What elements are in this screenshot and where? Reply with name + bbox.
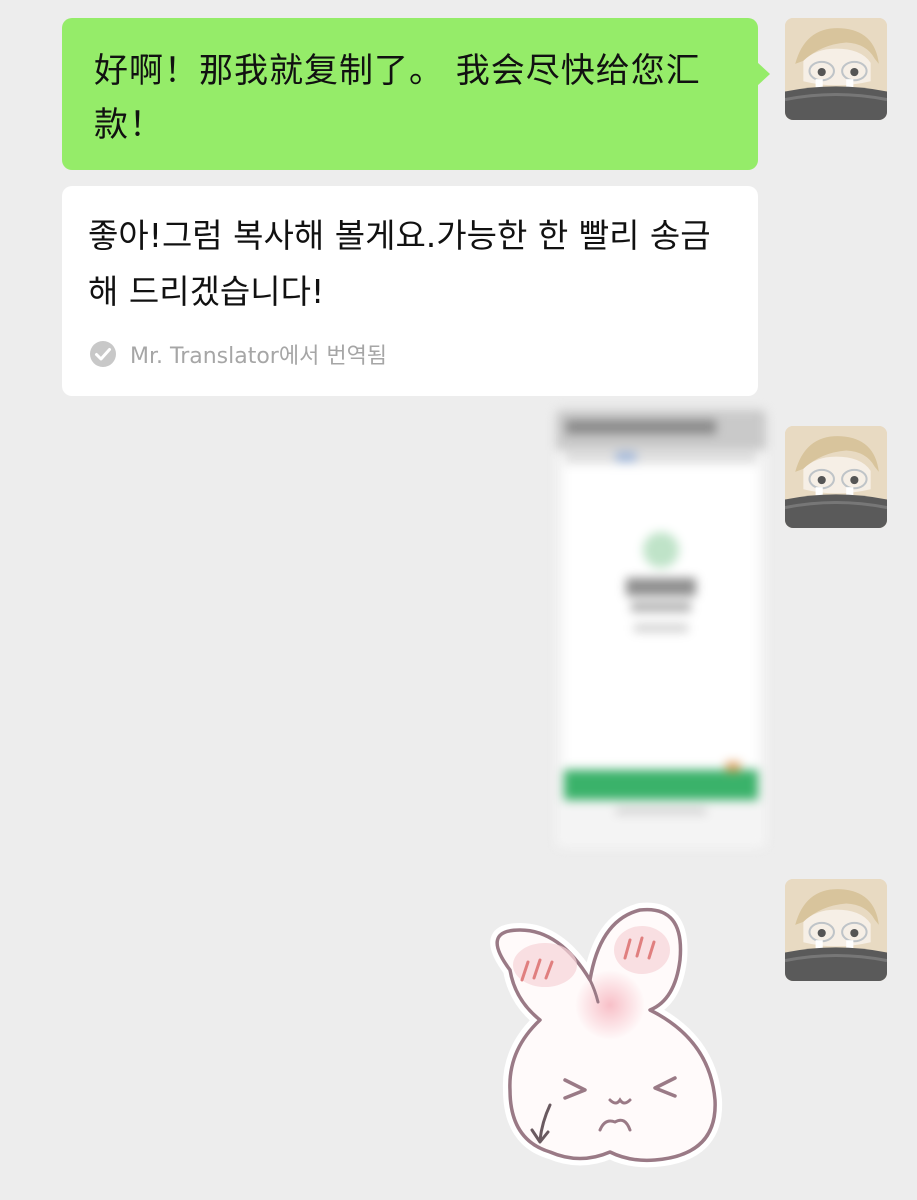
translation-source: Mr. Translator에서 번역됨 <box>88 338 387 370</box>
avatar-illustration <box>785 879 887 981</box>
avatar-illustration <box>785 426 887 528</box>
outgoing-message-bubble[interactable]: 好啊！那我就复制了。 我会尽快给您汇款！ <box>62 18 770 170</box>
translated-text: 좋아!그럼 복사해 볼게요.가능한 한 빨리 송금해 드리겠습니다! <box>88 216 711 311</box>
message-text: 好啊！那我就复制了。 我会尽快给您汇款！ <box>94 51 701 145</box>
check-circle-icon <box>88 339 118 369</box>
avatar-illustration <box>785 18 887 120</box>
blurred-screenshot <box>556 410 766 848</box>
translation-card[interactable]: 좋아!그럼 복사해 볼게요.가능한 한 빨리 송금해 드리겠습니다! Mr. T… <box>62 186 758 396</box>
translation-source-label: Mr. Translator에서 번역됨 <box>130 344 388 369</box>
avatar[interactable] <box>785 426 887 528</box>
bunny-sticker <box>490 902 723 1168</box>
avatar[interactable] <box>785 18 887 120</box>
chat-area: 好啊！那我就复制了。 我会尽快给您汇款！ 좋아!그럼 복사해 볼게요.가능한 한… <box>0 0 917 1200</box>
avatar[interactable] <box>785 879 887 981</box>
sticker-message[interactable] <box>470 890 770 1180</box>
image-message[interactable] <box>556 410 766 848</box>
